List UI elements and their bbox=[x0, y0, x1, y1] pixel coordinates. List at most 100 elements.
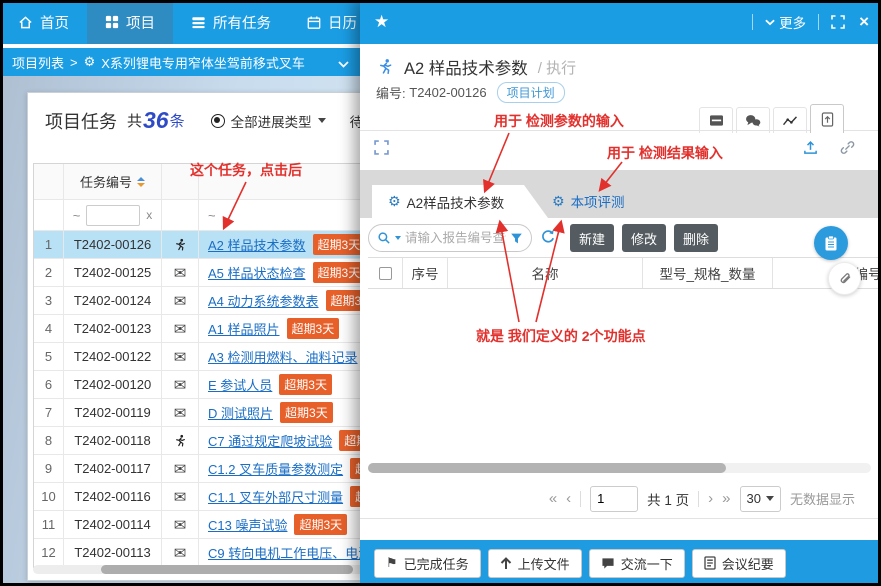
report-search-box[interactable] bbox=[368, 224, 532, 252]
column-code[interactable]: 编号 bbox=[773, 258, 881, 288]
column-serial[interactable]: 序号 bbox=[403, 258, 448, 288]
scrollbar-thumb[interactable] bbox=[101, 565, 353, 574]
edit-button[interactable]: 修改 bbox=[622, 224, 666, 252]
task-link[interactable]: A1 样品照片 bbox=[208, 319, 280, 338]
breadcrumb-separator: > bbox=[70, 55, 78, 70]
task-link[interactable]: C13 噪声试验 bbox=[208, 515, 287, 534]
upload-icon bbox=[500, 557, 512, 570]
last-page-button[interactable]: » bbox=[722, 490, 730, 507]
first-page-button[interactable]: « bbox=[549, 490, 557, 507]
total-pages-label: 共 1 页 bbox=[647, 489, 689, 509]
sort-icon[interactable] bbox=[137, 177, 145, 187]
task-code: T2402-00124 bbox=[64, 287, 162, 314]
app-window: 首页 项目 所有任务 日历 项目列表 > ⚙ X系列锂电专用窄体坐驾前移式叉车 … bbox=[0, 0, 881, 586]
mail-icon: ✉ bbox=[174, 516, 187, 534]
task-link[interactable]: E 参试人员 bbox=[208, 375, 272, 394]
refresh-icon[interactable] bbox=[540, 229, 556, 250]
row-number: 8 bbox=[34, 427, 64, 454]
next-page-button[interactable]: › bbox=[708, 490, 713, 507]
overdue-badge: 超期3天 bbox=[313, 234, 366, 255]
row-number: 4 bbox=[34, 315, 64, 342]
overdue-badge: 超期3天 bbox=[287, 318, 340, 339]
prev-page-button[interactable]: ‹ bbox=[566, 490, 571, 507]
tab-evaluation[interactable]: ⚙ 本项评测 bbox=[552, 191, 625, 211]
task-link[interactable]: A5 样品状态检查 bbox=[208, 263, 306, 282]
chat-button[interactable]: 交流一下 bbox=[589, 549, 685, 578]
task-count: 36 bbox=[143, 107, 169, 134]
row-number: 2 bbox=[34, 259, 64, 286]
detail-toolbar: 新建 修改 删除 bbox=[360, 224, 881, 254]
report-search-input[interactable] bbox=[405, 231, 506, 245]
plan-tag-badge: 项目计划 bbox=[497, 82, 565, 103]
clipboard-button[interactable] bbox=[814, 226, 848, 260]
task-link[interactable]: C1.1 叉车外部尺寸测量 bbox=[208, 487, 343, 506]
detail-code-row: 编号: T2402-00126 项目计划 bbox=[376, 82, 565, 103]
file-icon bbox=[821, 112, 834, 127]
upload-icon[interactable] bbox=[803, 140, 818, 160]
page-number-input[interactable] bbox=[590, 486, 638, 512]
task-link[interactable]: A2 样品技术参数 bbox=[208, 235, 306, 254]
horizontal-scrollbar[interactable] bbox=[368, 463, 871, 473]
annotation-feature-points: 就是 我们定义的 2个功能点 bbox=[476, 326, 646, 346]
paperclip-icon bbox=[837, 271, 852, 286]
fullscreen-icon[interactable] bbox=[374, 140, 389, 160]
breadcrumb-root[interactable]: 项目列表 bbox=[12, 53, 64, 72]
task-link[interactable]: C7 通过规定爬坡试验 bbox=[208, 431, 332, 450]
nav-item-projects[interactable]: 项目 bbox=[87, 0, 173, 44]
link-icon[interactable] bbox=[840, 140, 855, 160]
more-menu-button[interactable]: 更多 bbox=[765, 12, 806, 32]
task-code-value: T2402-00126 bbox=[409, 85, 486, 100]
task-link[interactable]: C9 转向电机工作电压、电流 bbox=[208, 543, 371, 562]
clear-filter-button[interactable]: x bbox=[146, 208, 152, 222]
radio-selected-icon[interactable] bbox=[211, 114, 225, 128]
meeting-notes-button[interactable]: 会议纪要 bbox=[692, 549, 786, 578]
new-button[interactable]: 新建 bbox=[570, 224, 614, 252]
task-link[interactable]: D 测试照片 bbox=[208, 403, 273, 422]
expand-icon[interactable] bbox=[831, 15, 845, 29]
page-size-select[interactable]: 30 bbox=[740, 486, 781, 512]
file-upload-tab[interactable] bbox=[810, 104, 844, 133]
column-name[interactable]: 名称 bbox=[448, 258, 643, 288]
row-number: 1 bbox=[34, 231, 64, 258]
nav-label: 首页 bbox=[40, 12, 69, 33]
pagination-bar: « ‹ 共 1 页 › » 30 无数据显示 bbox=[360, 479, 881, 519]
divider bbox=[752, 14, 753, 30]
code-label: 编号: bbox=[376, 83, 406, 102]
detail-tab-bar: ⚙ A2样品技术参数 ⚙ 本项评测 bbox=[360, 170, 881, 218]
close-icon[interactable]: × bbox=[859, 12, 869, 32]
clipboard-icon bbox=[823, 235, 839, 252]
nav-label: 所有任务 bbox=[213, 12, 271, 33]
progress-type-filter[interactable]: 全部进展类型 bbox=[211, 111, 326, 131]
breadcrumb-project[interactable]: X系列锂电专用窄体坐驾前移式叉车 bbox=[101, 53, 305, 72]
task-code: T2402-00119 bbox=[64, 399, 162, 426]
breadcrumb-chevron-down-icon[interactable] bbox=[338, 56, 349, 71]
column-model-spec-qty[interactable]: 型号_规格_数量 bbox=[643, 258, 773, 288]
task-detail-panel: ★ 更多 × A2 样品技术参数 / 执行 编号: T2402-00126 项目… bbox=[360, 0, 881, 586]
select-all-checkbox[interactable] bbox=[379, 267, 392, 280]
star-icon[interactable]: ★ bbox=[374, 12, 389, 32]
overdue-badge: 超期3天 bbox=[294, 514, 347, 535]
completed-task-button[interactable]: ⚑ 已完成任务 bbox=[374, 549, 481, 578]
delete-button[interactable]: 删除 bbox=[674, 224, 718, 252]
person-running-icon bbox=[173, 238, 187, 252]
mail-icon: ✉ bbox=[174, 264, 187, 282]
task-code: T2402-00114 bbox=[64, 511, 162, 538]
code-filter-input[interactable] bbox=[86, 205, 140, 226]
task-code: T2402-00125 bbox=[64, 259, 162, 286]
task-link[interactable]: C1.2 叉车质量参数测定 bbox=[208, 459, 343, 478]
annotation-param-input: 用于 检测参数的输入 bbox=[494, 111, 624, 131]
task-link[interactable]: A4 动力系统参数表 bbox=[208, 291, 319, 310]
upload-file-button[interactable]: 上传文件 bbox=[488, 549, 582, 578]
scrollbar-thumb[interactable] bbox=[368, 463, 726, 473]
flag-icon: ⚑ bbox=[386, 555, 398, 571]
attachment-button[interactable] bbox=[828, 262, 861, 295]
grid-icon bbox=[105, 15, 119, 29]
task-link[interactable]: A3 检测用燃料、油料记录 bbox=[208, 347, 358, 366]
nav-item-all-tasks[interactable]: 所有任务 bbox=[173, 0, 289, 44]
tab-a2-parameters[interactable]: ⚙ A2样品技术参数 bbox=[372, 185, 548, 218]
mail-icon: ✉ bbox=[174, 348, 187, 366]
nav-item-home[interactable]: 首页 bbox=[0, 0, 87, 44]
column-task-code[interactable]: 任务编号 bbox=[64, 164, 162, 199]
empty-data-text: 无数据显示 bbox=[790, 489, 855, 508]
task-code: T2402-00113 bbox=[64, 539, 162, 566]
